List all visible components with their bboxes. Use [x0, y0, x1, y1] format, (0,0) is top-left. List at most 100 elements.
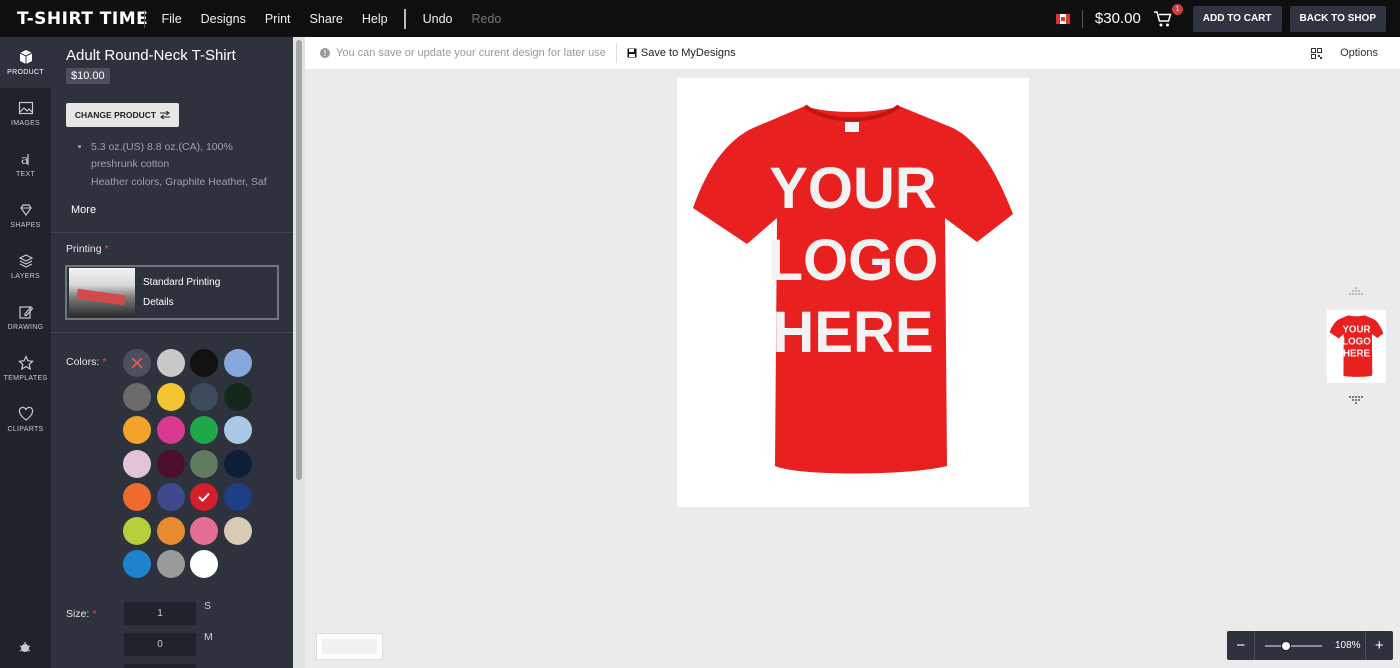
size-label: Size: * [66, 608, 97, 620]
divider [1081, 9, 1083, 28]
color-swatch-selected[interactable] [190, 483, 218, 511]
color-swatch[interactable] [223, 449, 252, 478]
more-link[interactable]: More [71, 204, 96, 216]
rail-text-label: TEXT [15, 171, 36, 178]
zoom-out-button[interactable]: − [1227, 637, 1254, 654]
design-canvas[interactable]: YOUR LOGO HERE [677, 78, 1029, 507]
color-swatch[interactable] [123, 516, 151, 545]
printing-details-link[interactable]: Details [143, 293, 220, 313]
color-swatch[interactable] [223, 349, 252, 377]
color-swatch[interactable] [123, 416, 151, 444]
panel-scrollbar[interactable] [296, 40, 302, 480]
rail-cliparts[interactable]: CLIPARTS [0, 394, 51, 445]
color-swatch[interactable] [156, 483, 185, 511]
menu-print[interactable]: Print [255, 12, 300, 26]
color-swatch[interactable] [223, 483, 252, 511]
color-swatch[interactable] [223, 382, 252, 411]
description-item: Heather colors, Graphite Heather, Saf [91, 174, 276, 191]
rail-images[interactable]: IMAGES [0, 88, 51, 139]
color-swatch[interactable] [223, 516, 252, 545]
options-label: Options [1340, 47, 1378, 59]
rail-product-label: PRODUCT [7, 69, 44, 76]
change-product-button[interactable]: CHANGE PRODUCT [66, 103, 179, 127]
design-text-line[interactable]: HERE [772, 300, 933, 365]
thumbnail-scroll-up-icon[interactable] [1345, 285, 1367, 303]
tshirt-mockup: YOUR LOGO HERE [693, 104, 1013, 474]
color-swatch[interactable] [156, 550, 185, 578]
floppy-disk-icon [627, 48, 637, 58]
zoom-in-button[interactable]: + [1366, 637, 1393, 654]
rail-cliparts-label: CLIPARTS [7, 426, 44, 433]
zoom-slider-handle[interactable] [1281, 640, 1292, 651]
color-swatch[interactable] [123, 483, 151, 511]
size-qty-input-m[interactable]: 0 [124, 633, 196, 656]
back-to-shop-button[interactable]: BACK TO SHOP [1289, 5, 1386, 32]
color-swatch-none[interactable] [123, 349, 151, 377]
color-swatch[interactable] [156, 382, 185, 411]
size-qty-input-next[interactable] [124, 664, 196, 668]
zoom-control: − 108% + [1227, 631, 1393, 660]
color-swatch[interactable] [190, 382, 218, 411]
menu-file[interactable]: File [152, 12, 191, 26]
add-to-cart-button[interactable]: ADD TO CART [1192, 5, 1282, 32]
save-label: Save to MyDesigns [640, 47, 736, 59]
info-icon: ! [320, 48, 330, 58]
redo-button[interactable]: Redo [462, 12, 511, 26]
checkmark-icon [198, 492, 210, 502]
options-button[interactable]: Options [1311, 47, 1378, 59]
box-icon [19, 50, 32, 64]
color-swatch[interactable] [190, 416, 218, 444]
tshirt-thumbnail: YOUR LOGO HERE [1329, 315, 1384, 377]
divider [144, 9, 145, 28]
zoom-slider[interactable] [1265, 640, 1323, 651]
product-title: Adult Round-Neck T-Shirt [66, 47, 236, 64]
color-swatch[interactable] [190, 449, 218, 478]
color-swatch[interactable] [123, 382, 151, 411]
brand-logo[interactable]: T-SHIRT TIME [17, 9, 148, 29]
menu-share[interactable]: Share [300, 12, 352, 26]
star-icon [17, 355, 34, 371]
canvas-mini-panel[interactable] [316, 633, 383, 660]
top-bar: T-SHIRT TIME File Designs Print Share He… [0, 0, 1400, 37]
rail-templates[interactable]: TEMPLATES [0, 343, 51, 394]
undo-button[interactable]: Undo [413, 12, 462, 26]
rail-drawing[interactable]: DRAWING [0, 292, 51, 343]
svg-text:LOGO: LOGO [1342, 336, 1371, 347]
main-menu: File Designs Print Share Help [152, 12, 397, 26]
rail-text[interactable]: a TEXT [0, 139, 51, 190]
size-row-m: 0 M [124, 631, 213, 656]
thumbnail-scroll-down-icon[interactable] [1345, 394, 1367, 413]
color-swatch[interactable] [123, 550, 151, 578]
rail-layers-label: LAYERS [11, 273, 40, 280]
layers-icon [18, 254, 33, 268]
canada-flag-icon[interactable] [1055, 13, 1070, 24]
color-swatch[interactable] [156, 416, 185, 444]
product-description: 5.3 oz.(US) 8.8 oz.(CA), 100% preshrunk … [91, 139, 276, 192]
cart-icon[interactable]: 1 [1153, 3, 1183, 28]
rail-shapes[interactable]: SHAPES [0, 190, 51, 241]
color-swatch[interactable] [123, 449, 151, 478]
bug-icon[interactable] [17, 639, 33, 660]
rail-product[interactable]: PRODUCT [0, 37, 51, 88]
design-text-line[interactable]: YOUR [769, 156, 937, 221]
design-text-line[interactable]: LOGO [768, 228, 939, 293]
color-swatch[interactable] [156, 516, 185, 545]
rail-layers[interactable]: LAYERS [0, 241, 51, 292]
color-swatch[interactable] [223, 416, 252, 444]
tshirt-tag [845, 122, 859, 132]
color-swatch[interactable] [190, 516, 218, 545]
no-color-x-icon [131, 357, 143, 369]
menu-designs[interactable]: Designs [191, 12, 255, 26]
size-qty-input-s[interactable]: 1 [124, 602, 196, 625]
printing-option-standard[interactable]: Standard Printing Details [65, 265, 279, 320]
view-thumbnail-front[interactable]: YOUR LOGO HERE [1327, 310, 1386, 383]
pencil-icon [18, 306, 33, 319]
printing-option-name: Standard Printing [143, 276, 221, 288]
color-swatch[interactable] [156, 349, 185, 377]
color-swatch[interactable] [190, 349, 218, 377]
color-swatch[interactable] [156, 449, 185, 478]
zoom-value: 108% [1335, 640, 1361, 651]
color-swatch[interactable] [190, 550, 218, 578]
menu-help[interactable]: Help [352, 12, 397, 26]
save-to-mydesigns-button[interactable]: Save to MyDesigns [627, 47, 736, 59]
